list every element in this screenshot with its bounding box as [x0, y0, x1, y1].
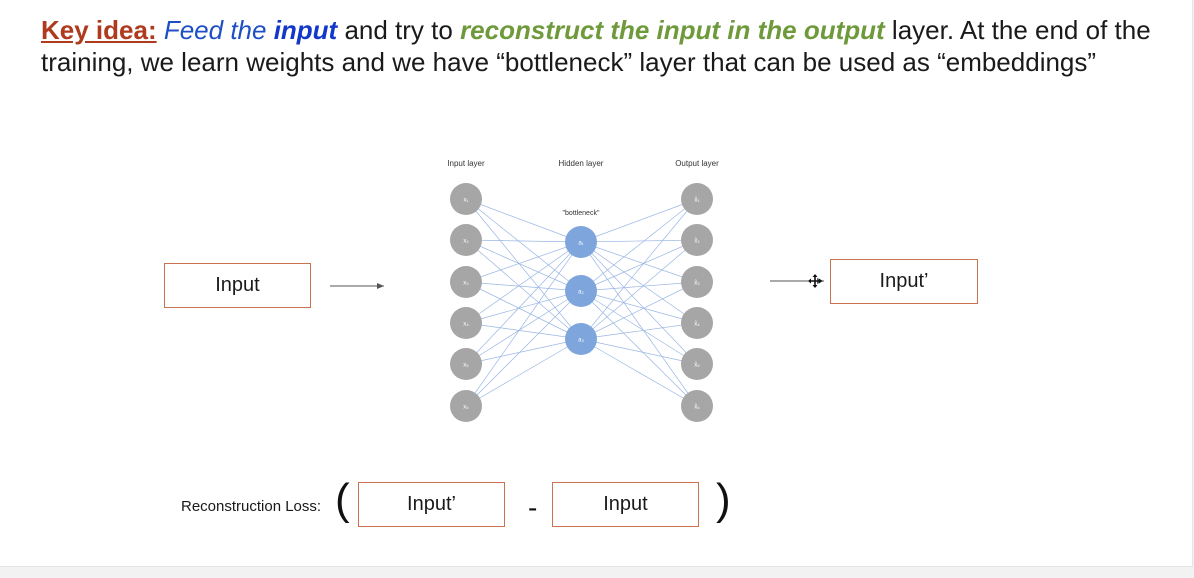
edge-in5-h3	[465, 338, 582, 365]
input-node-1-label: x₁	[463, 198, 468, 204]
edge-in5-h2	[465, 290, 582, 365]
loss-input-box-label: Input	[603, 493, 648, 515]
hidden-node-1: a₁	[565, 226, 597, 258]
slide: Key idea: Feed the input and try to reco…	[0, 0, 1193, 567]
output-node-2: x̂₂	[681, 224, 713, 256]
input-node-4: x₄	[450, 307, 482, 339]
edge-h2-out5	[580, 290, 698, 365]
input-node-6-label: x₆	[463, 405, 469, 411]
input-node-4-label: x₄	[463, 322, 469, 328]
edge-in6-h2	[465, 290, 582, 407]
output-layer-title: Output layer	[675, 159, 719, 168]
input-node-5-label: x₅	[463, 363, 469, 369]
network-nodes: x₁ x₂ x₃ x₄ x₅ x₆ a₁ a₂ a₃ x̂₁ x̂₂ x̂₃ x̂₄ x̂₅ x̂₆	[450, 183, 713, 422]
output-node-6: x̂₆	[681, 390, 713, 422]
reconstruction-loss-label: Reconstruction Loss:	[181, 498, 322, 515]
input-node-3-label: x₃	[463, 281, 469, 287]
open-paren: (	[335, 475, 350, 524]
edge-in6-h3	[465, 338, 582, 407]
bottleneck-label: "bottleneck"	[563, 210, 600, 217]
edge-h2-out6	[580, 290, 698, 407]
input-node-1: x₁	[450, 183, 482, 215]
output-node-5: x̂₅	[681, 348, 713, 380]
output-node-3: x̂₃	[681, 266, 713, 298]
edge-in5-h1	[465, 241, 582, 365]
output-node-3-label: x̂₃	[694, 281, 700, 287]
input-node-5: x₅	[450, 348, 482, 380]
edge-h3-out5	[580, 338, 698, 365]
hidden-node-1-label: a₁	[578, 241, 583, 247]
edge-h1-out2	[580, 239, 698, 243]
edge-in4-h3	[465, 322, 582, 340]
loss-output-box: Input’	[358, 482, 505, 527]
hidden-node-3-label: a₃	[578, 338, 584, 344]
output-node-2-label: x̂₂	[694, 239, 700, 245]
edge-h1-out5	[580, 241, 698, 365]
output-node-4-label: x̂₄	[694, 322, 700, 328]
loss-input-box: Input	[552, 482, 699, 527]
output-node-4: x̂₄	[681, 307, 713, 339]
edge-h3-out6	[580, 338, 698, 407]
move-cursor-icon	[808, 274, 822, 288]
input-node-6: x₆	[450, 390, 482, 422]
loss-output-box-label: Input’	[407, 493, 456, 515]
output-node-1: x̂₁	[681, 183, 713, 215]
output-node-5-label: x̂₅	[694, 363, 700, 369]
output-node-6-label: x̂₆	[694, 405, 700, 411]
minus-sign: -	[528, 492, 538, 523]
hidden-node-2: a₂	[565, 275, 597, 307]
input-layer-title: Input layer	[447, 159, 485, 168]
input-node-3: x₃	[450, 266, 482, 298]
edge-h3-out4	[580, 322, 698, 340]
input-node-2: x₂	[450, 224, 482, 256]
hidden-layer-title: Hidden layer	[559, 159, 604, 168]
edge-in2-h1	[465, 239, 582, 243]
hidden-node-3: a₃	[565, 323, 597, 355]
input-node-2-label: x₂	[463, 239, 469, 245]
hidden-node-2-label: a₂	[578, 290, 584, 296]
output-node-1-label: x̂₁	[694, 198, 699, 204]
close-paren: )	[716, 475, 731, 524]
